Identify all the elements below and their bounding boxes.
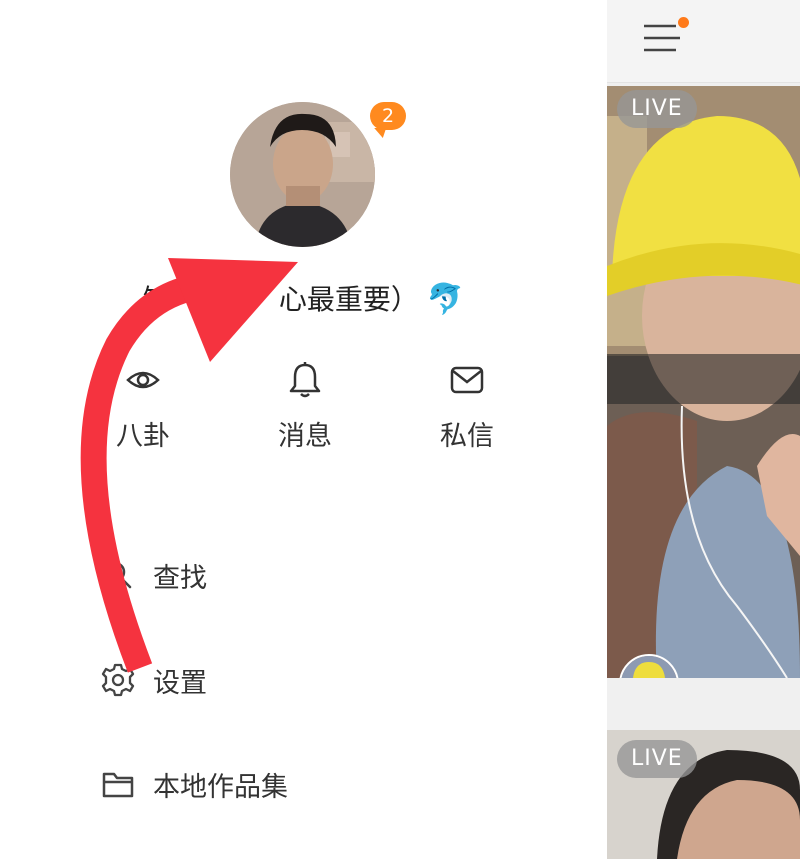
menu-item-label: 本地作品集 — [153, 771, 288, 803]
nickname-text-end: 心最重要） — [278, 283, 419, 316]
menu-item-search[interactable]: 查找 — [100, 553, 207, 597]
menu-item-settings[interactable]: 设置 — [100, 658, 207, 702]
menu-item-label: 设置 — [153, 667, 207, 699]
quick-action-label: 私信 — [440, 421, 494, 452]
profile-nickname[interactable]: 知 心最重要） 🐬 — [0, 278, 607, 318]
live-card[interactable]: LIVE — [607, 730, 800, 859]
live-card[interactable]: LIVE — [607, 86, 800, 678]
avatar-image — [230, 102, 375, 247]
live-stream-thumbnail — [607, 86, 800, 678]
menu-item-label: 查找 — [153, 562, 207, 594]
mail-icon — [412, 360, 522, 400]
live-card-footer — [607, 678, 800, 730]
live-feed: LIVE LIVE — [607, 0, 800, 859]
side-drawer: 2 知 心最重要） 🐬 八卦 消息 私信 查找 设置 本地作品集 — [0, 0, 607, 859]
notification-dot — [678, 17, 689, 28]
quick-action-label: 消息 — [278, 421, 332, 452]
nickname-text-start: 知 — [142, 283, 171, 316]
feed-top-bar — [607, 0, 800, 83]
menu-lines-icon[interactable] — [644, 22, 684, 60]
quick-action-messages[interactable]: 消息 — [250, 360, 360, 453]
live-badge: LIVE — [617, 90, 697, 128]
folder-icon — [100, 766, 136, 802]
notification-badge: 2 — [370, 102, 406, 130]
quick-action-direct-messages[interactable]: 私信 — [412, 360, 522, 453]
quick-actions: 八卦 消息 私信 — [60, 360, 530, 453]
quick-action-label: 八卦 — [116, 421, 170, 452]
menu-item-local-works[interactable]: 本地作品集 — [100, 762, 288, 806]
bell-icon — [250, 360, 360, 400]
live-badge: LIVE — [617, 740, 697, 778]
dolphin-emoji: 🐬 — [426, 282, 465, 317]
search-icon — [100, 557, 136, 593]
eye-icon — [88, 360, 198, 400]
quick-action-gossip[interactable]: 八卦 — [88, 360, 198, 453]
gear-icon — [100, 662, 136, 698]
profile-avatar[interactable] — [230, 102, 375, 247]
